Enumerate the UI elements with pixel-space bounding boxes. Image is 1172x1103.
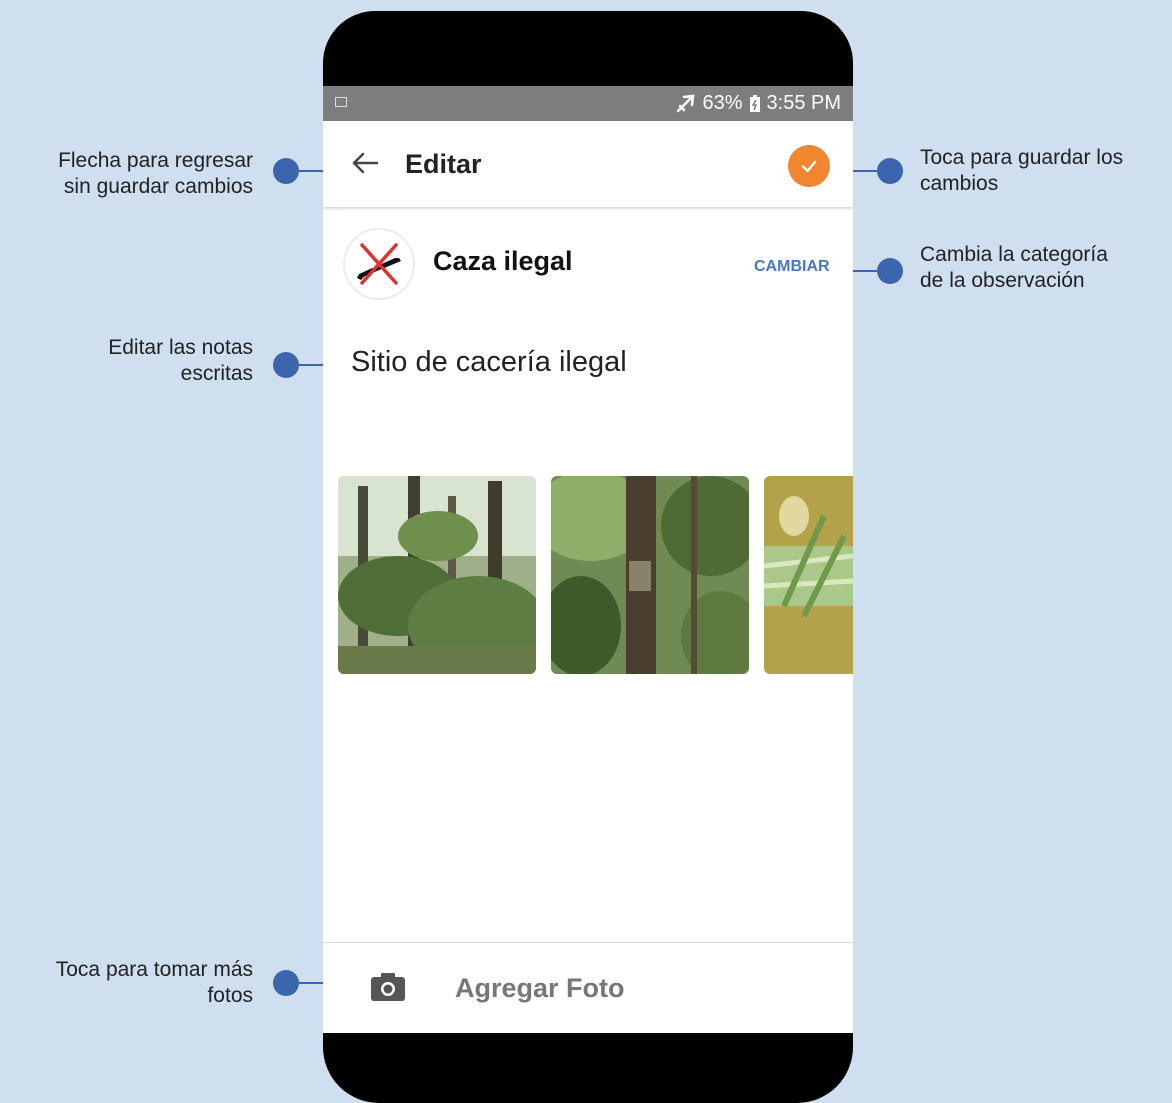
status-right: 63% 3:55 PM (676, 92, 841, 115)
status-bar: 63% 3:55 PM (323, 86, 853, 121)
camera-icon[interactable] (368, 967, 408, 1007)
phone-screen: 63% 3:55 PM Editar Caza ilegal CAMBIAR S… (323, 86, 853, 1033)
photo-thumbnail[interactable] (764, 476, 853, 674)
page-title: Editar (405, 149, 482, 179)
callout-notes: Editar las notas escritas (108, 336, 253, 385)
no-hunting-icon (343, 228, 415, 300)
status-time: 3:55 PM (766, 92, 841, 114)
callout-back: Flecha para regresar sin guardar cambios (58, 149, 253, 198)
save-button[interactable] (788, 145, 830, 187)
change-category-button[interactable]: CAMBIAR (754, 258, 830, 276)
callout-category: Cambia la categoría de la observación (920, 243, 1108, 292)
phone-frame: 63% 3:55 PM Editar Caza ilegal CAMBIAR S… (323, 11, 853, 1103)
bottom-bar: Agregar Foto (323, 942, 853, 1033)
app-bar: Editar (323, 121, 853, 207)
image-notification-icon (335, 97, 347, 107)
add-photo-button[interactable]: Agregar Foto (455, 973, 625, 1004)
callout-save-dot (877, 158, 903, 184)
battery-percentage: 63% (702, 92, 743, 114)
callout-category-dot (877, 258, 903, 284)
callout-save: Toca para guardar los cambios (920, 146, 1124, 195)
airplane-mode-icon (677, 94, 695, 112)
callout-notes-dot (273, 352, 299, 378)
battery-icon (749, 94, 760, 112)
back-arrow-icon[interactable] (345, 143, 385, 183)
notes-field[interactable]: Sitio de cacería ilegal (351, 346, 627, 379)
callout-photo: Toca para tomar más fotos (55, 958, 253, 1007)
callout-photo-dot (273, 970, 299, 996)
photo-thumbnail[interactable] (551, 476, 749, 674)
photo-thumbnail[interactable] (338, 476, 536, 674)
category-name: Caza ilegal (433, 246, 573, 276)
callout-back-dot (273, 158, 299, 184)
check-icon (801, 160, 817, 173)
